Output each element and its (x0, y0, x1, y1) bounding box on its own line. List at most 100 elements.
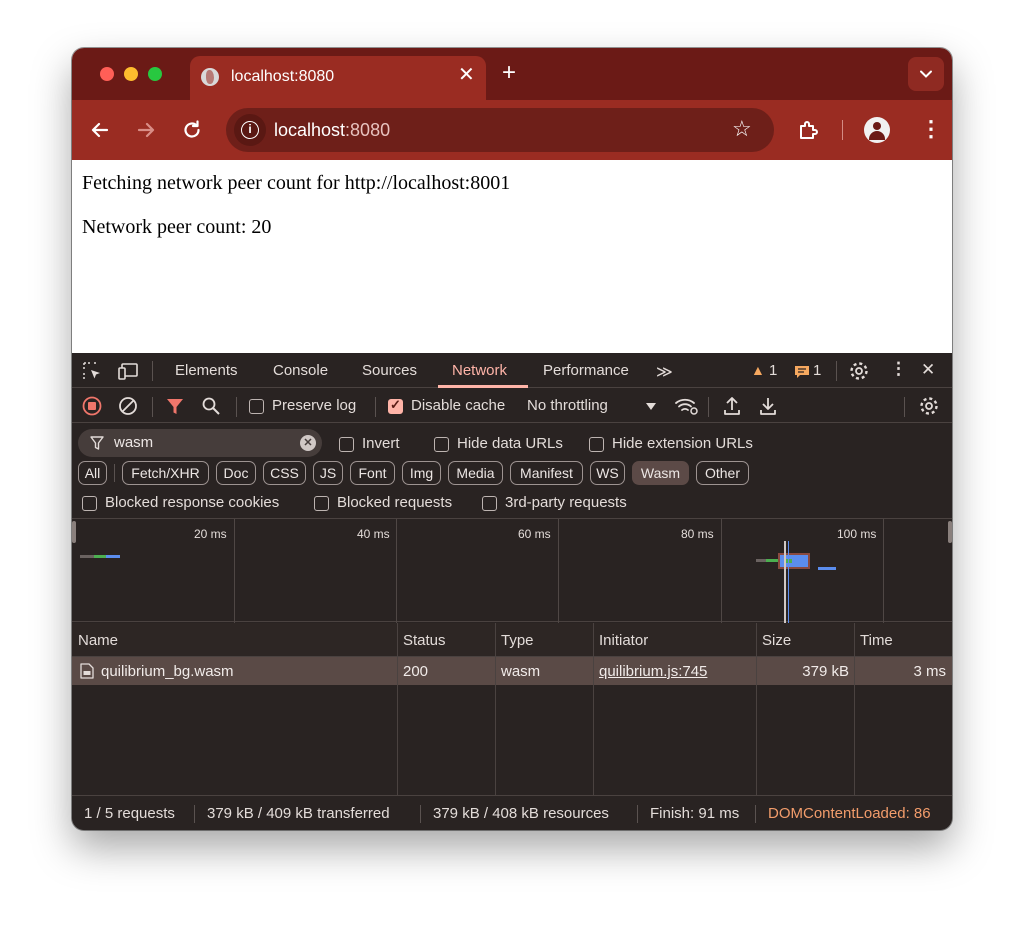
divider (114, 464, 115, 482)
network-overview-timeline[interactable]: 20 ms 40 ms 60 ms 80 ms 100 ms (72, 518, 952, 623)
column-divider[interactable] (495, 623, 496, 795)
warning-icon[interactable]: ▲ (751, 362, 765, 378)
tab-performance[interactable]: Performance (543, 362, 629, 379)
inspect-element-icon[interactable] (82, 361, 102, 381)
chip-js[interactable]: JS (313, 461, 343, 485)
browser-window: localhost:8080 ✕ + i localhost:8080 ☆ ⋮ … (72, 48, 952, 830)
settings-gear-icon[interactable] (848, 360, 870, 382)
issues-icon[interactable] (794, 365, 810, 379)
request-status: 200 (403, 663, 429, 680)
export-har-icon[interactable] (758, 395, 778, 417)
back-icon[interactable] (88, 118, 112, 142)
chip-font[interactable]: Font (350, 461, 395, 485)
overview-right-handle[interactable] (948, 521, 952, 543)
chip-manifest[interactable]: Manifest (510, 461, 583, 485)
disable-cache-checkbox[interactable] (388, 397, 403, 414)
grid-line (234, 519, 235, 623)
throttling-select[interactable]: No throttling (527, 397, 608, 414)
request-time: 3 ms (913, 663, 946, 680)
overview-left-handle[interactable] (72, 521, 76, 543)
extensions-puzzle-icon[interactable] (796, 118, 820, 142)
request-count: 1 / 5 requests (84, 805, 175, 822)
tab-elements[interactable]: Elements (175, 362, 238, 379)
record-stop-icon[interactable] (82, 396, 102, 416)
zoom-window-button[interactable] (148, 67, 162, 81)
filter-funnel-icon[interactable] (165, 397, 185, 417)
timing-bar (94, 555, 106, 558)
column-status[interactable]: Status (403, 632, 446, 649)
bookmark-star-icon[interactable]: ☆ (732, 118, 752, 140)
timing-bar (80, 555, 94, 558)
network-settings-gear-icon[interactable] (918, 395, 940, 417)
tab-search-button[interactable] (908, 57, 944, 91)
chip-other[interactable]: Other (696, 461, 749, 485)
close-tab-icon[interactable]: ✕ (458, 65, 475, 85)
minimize-window-button[interactable] (124, 67, 138, 81)
chip-doc[interactable]: Doc (216, 461, 256, 485)
network-conditions-icon[interactable] (674, 396, 698, 416)
close-window-button[interactable] (100, 67, 114, 81)
hide-data-urls-checkbox[interactable] (434, 437, 449, 452)
new-tab-button[interactable]: + (502, 60, 516, 86)
warning-count[interactable]: 1 (769, 362, 777, 379)
address-bar[interactable]: i localhost:8080 ☆ (226, 108, 774, 152)
divider (152, 397, 153, 417)
site-info-button[interactable]: i (234, 114, 266, 146)
chip-media[interactable]: Media (448, 461, 503, 485)
browser-tab[interactable]: localhost:8080 ✕ (190, 56, 486, 100)
close-devtools-icon[interactable]: ✕ (921, 360, 935, 380)
import-har-icon[interactable] (722, 395, 742, 417)
timing-bar (106, 555, 120, 558)
column-divider[interactable] (593, 623, 594, 795)
clear-filter-icon[interactable]: ✕ (300, 435, 316, 451)
column-name[interactable]: Name (78, 632, 118, 649)
network-filter-input[interactable]: wasm ✕ (78, 429, 322, 457)
blocked-requests-checkbox[interactable] (314, 496, 329, 511)
tick-label: 40 ms (357, 527, 390, 541)
third-party-requests-checkbox[interactable] (482, 496, 497, 511)
browser-menu-icon[interactable]: ⋮ (920, 117, 942, 141)
hide-extension-urls-checkbox[interactable] (589, 437, 604, 452)
tab-console[interactable]: Console (273, 362, 328, 379)
more-tabs-icon[interactable]: ≫ (656, 362, 673, 382)
finish-time: Finish: 91 ms (650, 805, 740, 822)
divider (836, 361, 837, 381)
column-type[interactable]: Type (501, 632, 534, 649)
column-time[interactable]: Time (860, 632, 893, 649)
tab-sources[interactable]: Sources (362, 362, 417, 379)
chip-fetch-xhr[interactable]: Fetch/XHR (122, 461, 209, 485)
device-toolbar-icon[interactable] (118, 361, 140, 381)
tick-label: 80 ms (681, 527, 714, 541)
profile-avatar[interactable] (864, 117, 890, 143)
column-divider[interactable] (854, 623, 855, 795)
table-row[interactable]: quilibrium_bg.wasm 200 wasm quilibrium.j… (72, 657, 952, 685)
tab-network[interactable]: Network (452, 362, 507, 379)
reload-icon[interactable] (180, 118, 204, 142)
grid-line (558, 519, 559, 623)
invert-checkbox[interactable] (339, 437, 354, 452)
search-icon[interactable] (201, 396, 221, 416)
globe-icon (201, 68, 219, 86)
column-divider[interactable] (756, 623, 757, 795)
blocked-response-cookies-checkbox[interactable] (82, 496, 97, 511)
column-size[interactable]: Size (762, 632, 791, 649)
clear-log-icon[interactable] (118, 396, 138, 416)
dropdown-caret-icon[interactable] (645, 402, 657, 411)
preserve-log-checkbox[interactable] (249, 399, 264, 414)
devtools-menu-icon[interactable]: ⋮ (890, 359, 907, 379)
chip-ws[interactable]: WS (590, 461, 625, 485)
chip-css[interactable]: CSS (263, 461, 306, 485)
column-initiator[interactable]: Initiator (599, 632, 648, 649)
chip-wasm[interactable]: Wasm (632, 461, 689, 485)
grid-line (396, 519, 397, 623)
chip-img[interactable]: Img (402, 461, 441, 485)
peer-count-message: Network peer count: 20 (82, 216, 272, 238)
divider (637, 805, 638, 823)
chip-all[interactable]: All (78, 461, 107, 485)
grid-line (883, 519, 884, 623)
forward-icon[interactable] (134, 118, 158, 142)
issue-count[interactable]: 1 (813, 362, 821, 379)
request-initiator-link[interactable]: quilibrium.js:745 (599, 663, 707, 680)
column-divider[interactable] (397, 623, 398, 795)
timing-bar (756, 559, 766, 562)
